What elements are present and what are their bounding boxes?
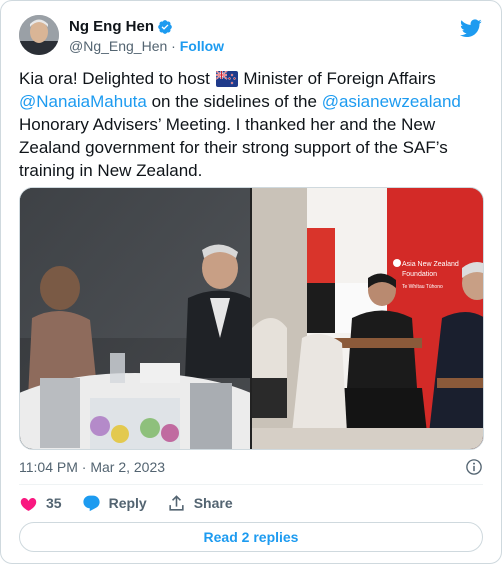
action-bar: 35 Reply Share (19, 492, 253, 514)
author-name-row: Ng Eng Hen (69, 18, 173, 35)
author-name[interactable]: Ng Eng Hen (69, 18, 154, 35)
tweet-text-after-flag: Minister of Foreign Affairs (238, 69, 436, 88)
divider (19, 484, 483, 485)
author-handle[interactable]: @Ng_Eng_Hen (69, 38, 167, 54)
twitter-bird-icon[interactable] (459, 17, 483, 39)
like-button[interactable]: 35 (19, 494, 62, 513)
author-avatar[interactable] (19, 15, 59, 55)
tweet-text: Kia ora! Delighted to host Minister of F… (19, 67, 487, 182)
tweet-text-end: Honorary Advisers’ Meeting. I thanked he… (19, 115, 448, 180)
verified-badge-icon (157, 19, 173, 35)
banner-line-2: Foundation (402, 271, 437, 278)
separator-dot: · (171, 38, 176, 54)
banner-line-3: Te Whītau Tūhono (402, 284, 443, 290)
speech-bubble-icon (82, 495, 100, 511)
heart-icon (20, 497, 37, 511)
follow-button[interactable]: Follow (180, 38, 224, 54)
timestamp-row: 11:04 PM · Mar 2, 2023 (19, 459, 483, 479)
new-zealand-flag-icon (215, 70, 238, 87)
mention-nanaiamahuta[interactable]: @NanaiaMahuta (19, 92, 147, 111)
share-upload-icon (169, 494, 184, 511)
meeting-dinner-photo[interactable] (20, 188, 285, 449)
tweet-timestamp[interactable]: 11:04 PM · Mar 2, 2023 (19, 459, 165, 475)
banner-line-1: Asia New Zealand (402, 261, 459, 268)
tweet-header: Ng Eng Hen @Ng_Eng_Hen · Follow (19, 15, 483, 59)
tweet-card: Ng Eng Hen @Ng_Eng_Hen · Follow Kia ora!… (0, 0, 502, 564)
mention-asianewzealand[interactable]: @asianewzealand (322, 92, 461, 111)
share-label: Share (193, 495, 233, 511)
reply-label: Reply (108, 495, 147, 511)
tweet-text-mid: on the sidelines of the (146, 92, 322, 111)
read-replies-button[interactable]: Read 2 replies (19, 522, 483, 552)
author-handle-row: @Ng_Eng_Hen · Follow (69, 38, 224, 54)
info-icon[interactable] (465, 458, 483, 476)
tweet-media-grid: Asia New Zealand Foundation Te Whītau Tū… (19, 187, 484, 450)
reply-button[interactable]: Reply (82, 494, 147, 513)
share-button[interactable]: Share (167, 494, 233, 513)
tweet-text-intro: Kia ora! Delighted to host (19, 69, 215, 88)
meeting-chairs-photo[interactable]: Asia New Zealand Foundation Te Whītau Tū… (252, 188, 483, 449)
like-count: 35 (46, 495, 62, 511)
